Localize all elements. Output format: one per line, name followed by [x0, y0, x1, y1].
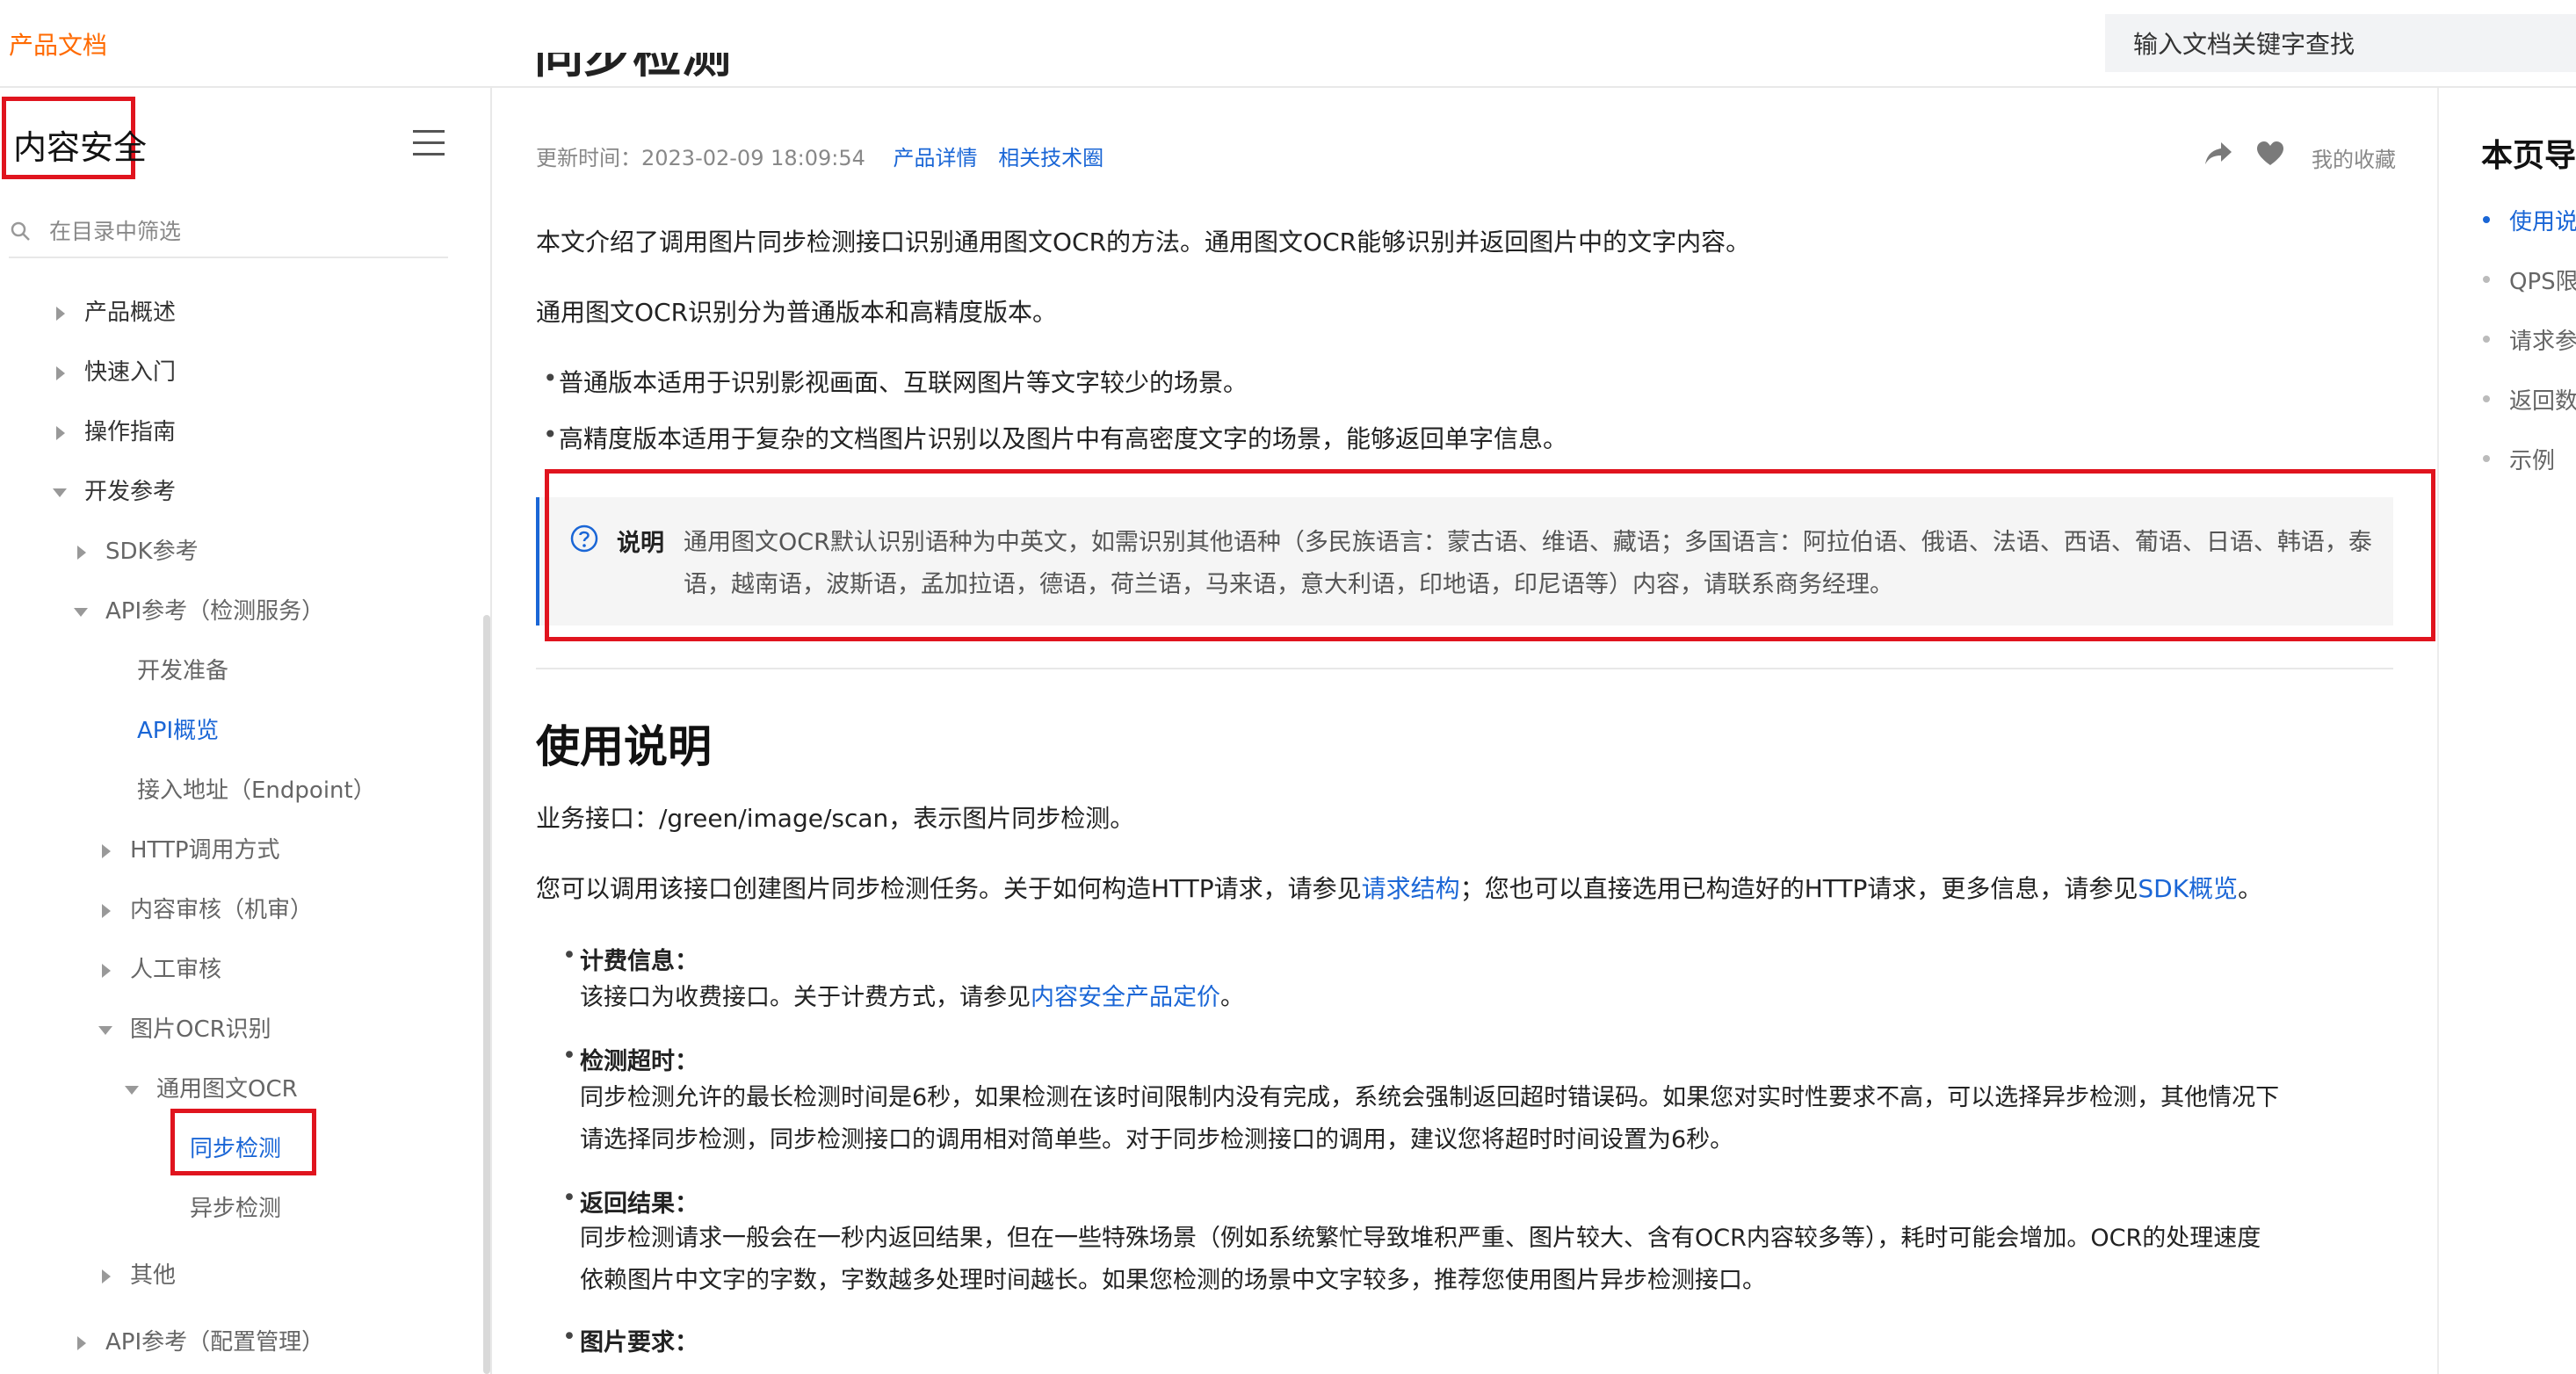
billing-text: 该接口为收费接口。关于计费方式，请参见内容安全产品定价。 [580, 984, 1244, 1011]
chevron-right-icon [102, 843, 111, 858]
sidebar-item-dev-reference[interactable]: 开发参考 [53, 474, 176, 510]
toc-item[interactable]: 示例 [2482, 443, 2555, 475]
share-icon[interactable] [2203, 141, 2233, 167]
sidebar-item-endpoint[interactable]: 接入地址（Endpoint） [137, 773, 376, 808]
heart-icon[interactable] [2256, 141, 2284, 167]
sidebar [0, 88, 492, 1374]
sidebar-title: 内容安全 [13, 128, 148, 167]
toc-item[interactable]: 请求参 [2482, 323, 2576, 356]
chevron-down-icon [125, 1085, 139, 1095]
timeout-line-1: 同步检测允许的最长检测时间是6秒，如果检测在该时间限制内没有完成，系统会强制返回… [580, 1084, 2280, 1111]
sidebar-item-api-config[interactable]: API参考（配置管理） [77, 1325, 324, 1360]
favorite-label[interactable]: 我的收藏 [2312, 142, 2396, 173]
brand-link[interactable]: 产品文档 [9, 26, 107, 61]
result-line-1: 同步检测请求一般会在一秒内返回结果，但在一些特殊场景（例如系统繁忙导致堆积严重、… [580, 1225, 2261, 1252]
timeout-line-2: 请选择同步检测，同步检测接口的调用相对简单些。对于同步检测接口的调用，建议您将超… [580, 1126, 1734, 1153]
billing-term: 计费信息： [562, 942, 698, 976]
request-structure-link[interactable]: 请求结构 [1362, 874, 1460, 903]
sidebar-title-highlight: 内容安全 [2, 97, 147, 179]
sidebar-item-general-ocr[interactable]: 通用图文OCR [125, 1072, 298, 1107]
sidebar-item-other[interactable]: 其他 [102, 1258, 176, 1293]
sidebar-scrollbar[interactable] [483, 615, 490, 1374]
divider [536, 668, 2393, 669]
sidebar-item-api-overview[interactable]: API概览 [137, 713, 219, 748]
sidebar-item-content-review[interactable]: 内容审核（机审） [102, 893, 313, 928]
search-icon [11, 221, 30, 241]
versions-intro: 通用图文OCR识别分为普通版本和高精度版本。 [536, 298, 1058, 327]
list-item: 普通版本适用于识别影视画面、互联网图片等文字较少的场景。 [543, 364, 1248, 399]
chevron-right-icon [102, 903, 111, 918]
search-input[interactable] [2131, 14, 2557, 74]
tech-circle-link[interactable]: 相关技术圈 [998, 146, 1103, 170]
sidebar-item-user-guide[interactable]: 操作指南 [56, 415, 176, 450]
updated-time: 更新时间：2023-02-09 18:09:54 [536, 146, 865, 170]
sidebar-item-sdk-reference[interactable]: SDK参考 [77, 534, 199, 569]
sidebar-item-dev-prep[interactable]: 开发准备 [137, 654, 228, 689]
chevron-down-icon [74, 607, 88, 617]
note-highlight [545, 469, 2435, 641]
toc-item[interactable]: QPS限 [2483, 264, 2576, 296]
toc-divider [2437, 88, 2439, 1374]
toc-item[interactable]: 返回数 [2482, 383, 2576, 416]
sdk-overview-link[interactable]: SDK概览 [2138, 874, 2238, 903]
pricing-link[interactable]: 内容安全产品定价 [1031, 984, 1220, 1011]
intro-paragraph: 本文介绍了调用图片同步检测接口识别通用图文OCR的方法。通用图文OCR能够识别并… [536, 228, 1751, 257]
toc-title: 本页导 [2481, 138, 2576, 174]
search-box[interactable] [2105, 14, 2576, 74]
build-request-line: 您可以调用该接口创建图片同步检测任务。关于如何构造HTTP请求，请参见请求结构；… [536, 874, 2263, 903]
sidebar-filter [9, 213, 448, 258]
timeout-term: 检测超时： [562, 1042, 698, 1076]
chevron-right-icon [56, 425, 65, 440]
sidebar-item-image-ocr[interactable]: 图片OCR识别 [98, 1012, 271, 1047]
chevron-right-icon [56, 365, 65, 380]
image-req-term: 图片要求： [562, 1323, 698, 1357]
sidebar-divider [490, 88, 492, 1374]
sidebar-item-api-detection[interactable]: API参考（检测服务） [74, 594, 324, 629]
menu-icon[interactable] [413, 130, 445, 156]
result-line-2: 依赖图片中文字的字数，字数越多处理时间越长。如果您检测的场景中文字较多，推荐您使… [580, 1267, 1766, 1294]
chevron-right-icon [102, 963, 111, 978]
chevron-right-icon [56, 306, 65, 321]
sidebar-filter-input[interactable] [47, 213, 438, 249]
sidebar-item-quick-start[interactable]: 快速入门 [56, 355, 176, 390]
page-title: 同步检测 [534, 53, 731, 84]
sidebar-item-http-call[interactable]: HTTP调用方式 [102, 833, 280, 868]
article-meta: 更新时间：2023-02-09 18:09:54 产品详情 相关技术圈 [536, 141, 1103, 171]
result-term: 返回结果： [562, 1184, 698, 1219]
list-item: 高精度版本适用于复杂的文档图片识别以及图片中有高密度文字的场景，能够返回单字信息… [543, 420, 1567, 455]
sidebar-item-manual-review[interactable]: 人工审核 [102, 952, 221, 987]
product-detail-link[interactable]: 产品详情 [894, 146, 978, 170]
chevron-right-icon [77, 1335, 86, 1350]
top-bar: 产品文档 [0, 0, 2576, 88]
chevron-down-icon [53, 488, 67, 497]
chevron-right-icon [102, 1269, 111, 1284]
section-title: 使用说明 [536, 721, 712, 772]
sidebar-item-product-overview[interactable]: 产品概述 [56, 295, 176, 330]
chevron-down-icon [98, 1025, 112, 1035]
sidebar-item-sync-detection[interactable]: 同步检测 [190, 1132, 281, 1167]
chevron-right-icon [77, 545, 86, 560]
sidebar-item-async-detection[interactable]: 异步检测 [190, 1191, 281, 1226]
toc-item[interactable]: 使用说 [2482, 204, 2576, 236]
api-endpoint-line: 业务接口：/green/image/scan，表示图片同步检测。 [536, 804, 1135, 833]
